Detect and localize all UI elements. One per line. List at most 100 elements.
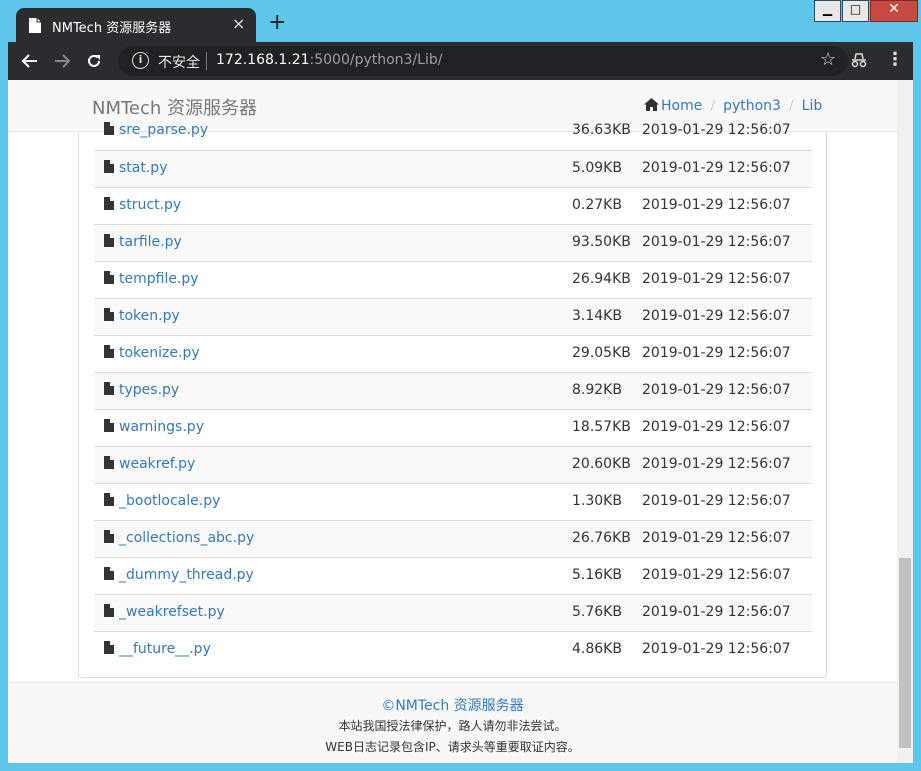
breadcrumb-divider: / [710, 98, 716, 114]
breadcrumb-python3[interactable]: python3 [723, 98, 781, 114]
table-row: weakref.py 20.60KB 2019-01-29 12:56:07 [94, 446, 812, 483]
table-row: tokenize.py 29.05KB 2019-01-29 12:56:07 [94, 335, 812, 372]
arrow-right-icon [55, 54, 71, 68]
new-tab-button[interactable]: + [268, 12, 286, 34]
site-footer: ©NMTech 资源服务器 本站我国授法律保护，路人请勿非法尝试。 WEB日志记… [8, 682, 897, 763]
file-size: 5.09KB [572, 160, 622, 176]
file-link[interactable]: stat.py [119, 160, 167, 176]
reload-button[interactable] [82, 49, 106, 73]
file-icon [104, 382, 114, 395]
forward-button[interactable] [50, 49, 74, 73]
divider [206, 52, 207, 70]
url-text[interactable]: 172.168.1.21:5000/python3/Lib/ [216, 52, 442, 68]
file-size: 4.86KB [572, 641, 622, 657]
scrollbar-thumb[interactable] [899, 558, 911, 748]
file-size: 18.57KB [572, 419, 631, 435]
file-modified-time: 2019-01-29 12:56:07 [642, 271, 791, 287]
close-window-button[interactable]: ✕ [870, 0, 918, 22]
footer-notice: 本站我国授法律保护，路人请勿非法尝试。 [338, 719, 567, 733]
file-icon [104, 122, 114, 135]
file-modified-time: 2019-01-29 12:56:07 [642, 641, 791, 657]
file-link[interactable]: _weakrefset.py [119, 604, 225, 620]
file-link[interactable]: tempfile.py [119, 271, 199, 287]
file-icon [104, 456, 114, 469]
tab-strip: NMTech 资源服务器 × + ▁ □ ✕ [0, 0, 921, 42]
file-modified-time: 2019-01-29 12:56:07 [642, 567, 791, 583]
file-icon [104, 493, 114, 506]
browser-window: NMTech 资源服务器 × + ▁ □ ✕ i 不安全 172.168.1.2… [0, 0, 921, 771]
file-modified-time: 2019-01-29 12:56:07 [642, 604, 791, 620]
maximize-button[interactable]: □ [842, 0, 869, 22]
file-modified-time: 2019-01-29 12:56:07 [642, 308, 791, 324]
file-modified-time: 2019-01-29 12:56:07 [642, 419, 791, 435]
file-link[interactable]: types.py [119, 382, 179, 398]
address-bar[interactable]: i 不安全 172.168.1.21:5000/python3/Lib/ ☆ [118, 46, 848, 76]
breadcrumb-lib[interactable]: Lib [802, 98, 823, 114]
table-row: token.py 3.14KB 2019-01-29 12:56:07 [94, 298, 812, 335]
url-host: 172.168.1.21 [216, 52, 310, 68]
kebab-menu-icon[interactable]: ⋮ [886, 49, 904, 70]
file-link[interactable]: weakref.py [119, 456, 195, 472]
minimize-button[interactable]: ▁ [814, 0, 841, 22]
file-icon [104, 271, 114, 284]
file-modified-time: 2019-01-29 12:56:07 [642, 345, 791, 361]
table-row: tarfile.py 93.50KB 2019-01-29 12:56:07 [94, 224, 812, 261]
file-link[interactable]: token.py [119, 308, 180, 324]
file-link[interactable]: _dummy_thread.py [119, 567, 254, 583]
footer-copyright[interactable]: ©NMTech 资源服务器 [8, 695, 897, 715]
footer-logging-notice: WEB日志记录包含IP、请求头等重要取证内容。 [325, 740, 580, 754]
file-modified-time: 2019-01-29 12:56:07 [642, 197, 791, 213]
table-row: types.py 8.92KB 2019-01-29 12:56:07 [94, 372, 812, 409]
browser-toolbar: i 不安全 172.168.1.21:5000/python3/Lib/ ☆ ⋮ [8, 42, 913, 80]
file-icon [29, 18, 41, 33]
star-icon[interactable]: ☆ [820, 49, 836, 70]
info-icon[interactable]: i [132, 52, 149, 69]
file-link[interactable]: __future__.py [119, 641, 211, 657]
file-modified-time: 2019-01-29 12:56:07 [642, 234, 791, 250]
file-icon [104, 419, 114, 432]
back-button[interactable] [18, 49, 42, 73]
file-link[interactable]: _collections_abc.py [119, 530, 254, 546]
incognito-icon[interactable] [850, 51, 868, 73]
file-modified-time: 2019-01-29 12:56:07 [642, 456, 791, 472]
close-icon: ✕ [888, 1, 900, 17]
file-link[interactable]: tarfile.py [119, 234, 182, 250]
file-icon [104, 530, 114, 543]
file-size: 26.76KB [572, 530, 631, 546]
file-modified-time: 2019-01-29 12:56:07 [642, 382, 791, 398]
file-size: 0.27KB [572, 197, 622, 213]
breadcrumb-home-label: Home [661, 98, 703, 114]
breadcrumb-divider: / [788, 98, 794, 114]
file-size: 8.92KB [572, 382, 622, 398]
page-viewport: NMTech 资源服务器 Home / python3/Lib sre_parse.… [8, 80, 913, 763]
table-row: __future__.py 4.86KB 2019-01-29 12:56:07 [94, 631, 812, 668]
file-link[interactable]: _bootlocale.py [119, 493, 220, 509]
minimize-icon: ▁ [822, 2, 833, 16]
tab-title: NMTech 资源服务器 [52, 21, 172, 36]
table-row: sre_parse.py 36.63KB 2019-01-29 12:56:07 [94, 113, 812, 150]
arrow-left-icon [21, 54, 37, 68]
file-icon [104, 345, 114, 358]
file-link[interactable]: sre_parse.py [119, 122, 208, 138]
file-size: 5.76KB [572, 604, 622, 620]
table-row: _collections_abc.py 26.76KB 2019-01-29 12:… [94, 520, 812, 557]
file-size: 29.05KB [572, 345, 631, 361]
file-modified-time: 2019-01-29 12:56:07 [642, 122, 791, 138]
file-modified-time: 2019-01-29 12:56:07 [642, 530, 791, 546]
file-link[interactable]: tokenize.py [119, 345, 200, 361]
file-icon [104, 604, 114, 617]
tab-close-icon[interactable]: × [232, 14, 245, 33]
breadcrumb-home[interactable]: Home [644, 98, 702, 114]
file-icon [104, 197, 114, 210]
file-link[interactable]: struct.py [119, 197, 181, 213]
file-modified-time: 2019-01-29 12:56:07 [642, 160, 791, 176]
file-icon [104, 308, 114, 321]
file-size: 26.94KB [572, 271, 631, 287]
browser-tab[interactable]: NMTech 资源服务器 × [16, 8, 256, 42]
vertical-scrollbar[interactable] [897, 80, 913, 763]
table-row: warnings.py 18.57KB 2019-01-29 12:56:07 [94, 409, 812, 446]
file-icon [104, 160, 114, 173]
file-link[interactable]: warnings.py [119, 419, 204, 435]
file-size: 5.16KB [572, 567, 622, 583]
file-icon [104, 641, 114, 654]
